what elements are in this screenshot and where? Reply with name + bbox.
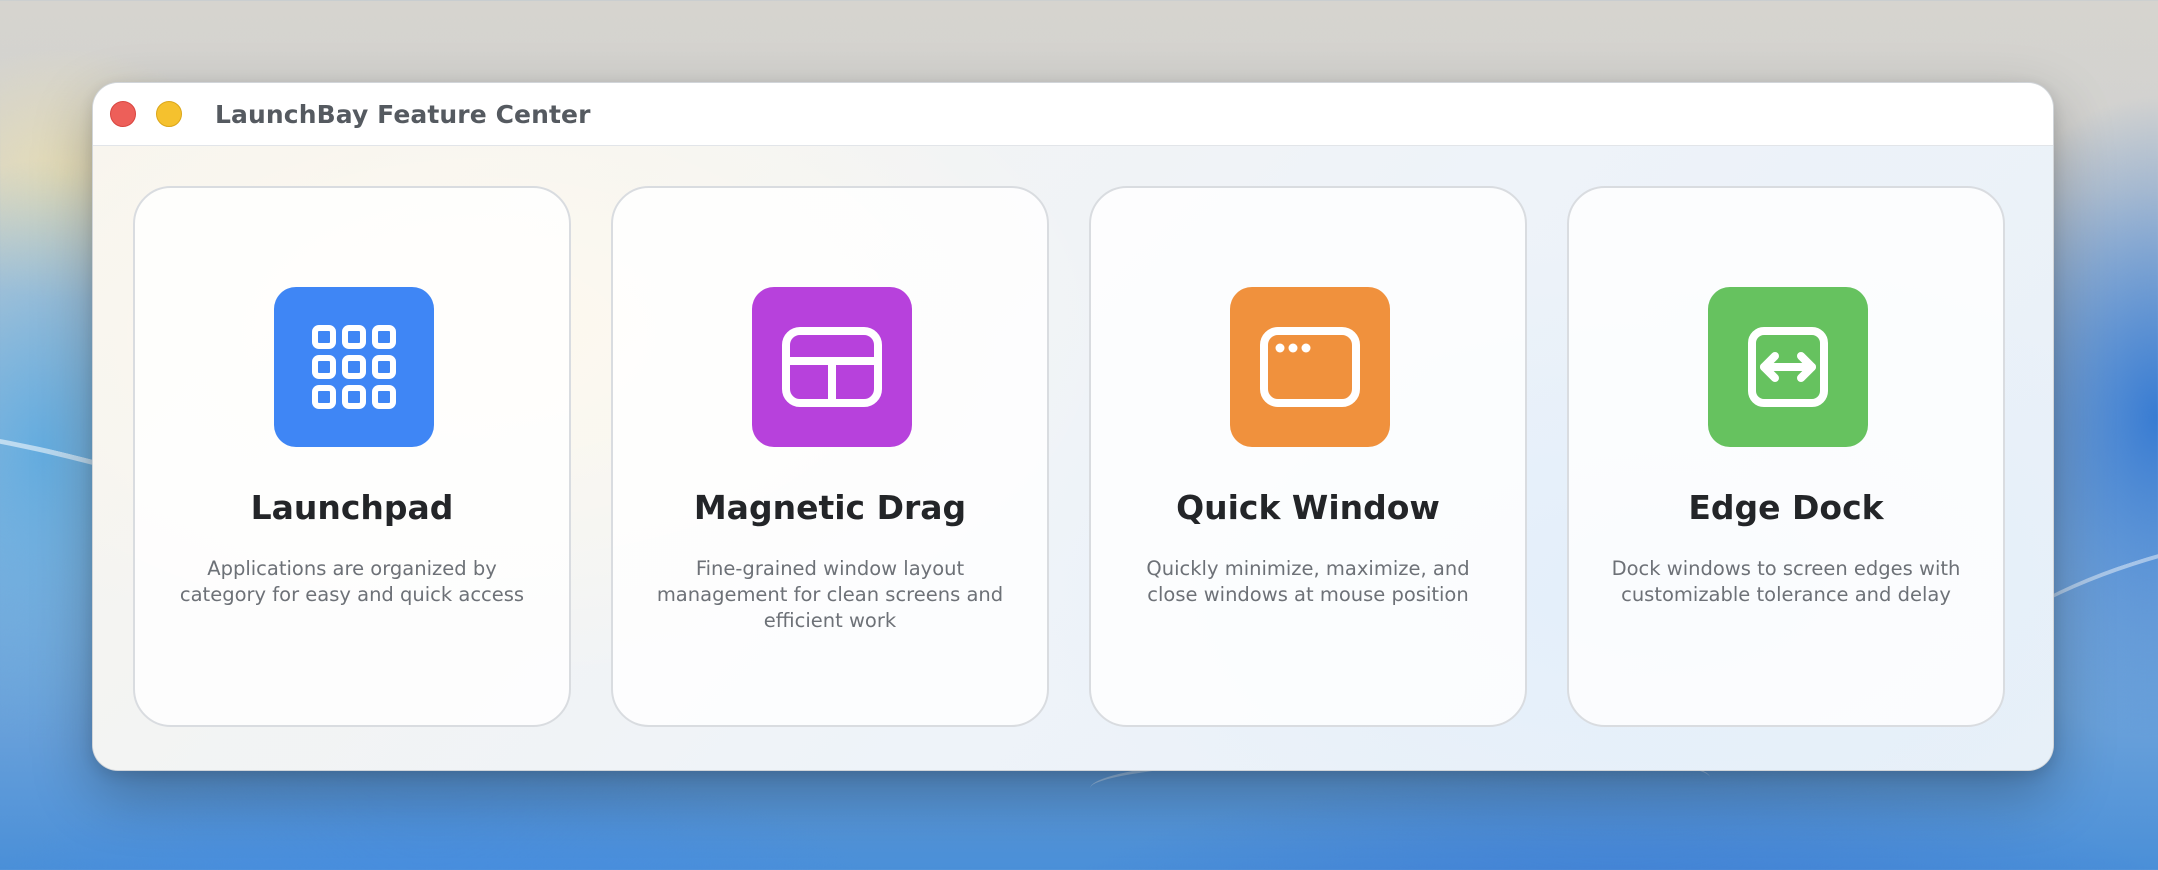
window-layout-icon	[752, 287, 912, 447]
edge-arrows-icon	[1708, 287, 1868, 447]
window-title: LaunchBay Feature Center	[215, 100, 591, 129]
feature-center-window: LaunchBay Feature Center Launchpad Appli…	[92, 82, 2054, 771]
feature-content: Launchpad Applications are organized by …	[93, 146, 2053, 770]
feature-card-magnetic-drag[interactable]: Magnetic Drag Fine-grained window layout…	[611, 186, 1049, 727]
feature-description: Fine-grained window layout management fo…	[656, 557, 1004, 632]
feature-title: Quick Window	[1176, 488, 1440, 527]
feature-description: Quickly minimize, maximize, and close wi…	[1146, 557, 1470, 606]
feature-card-edge-dock[interactable]: Edge Dock Dock windows to screen edges w…	[1567, 186, 2005, 727]
feature-card-list: Launchpad Applications are organized by …	[133, 186, 2005, 727]
feature-description: Applications are organized by category f…	[179, 557, 525, 606]
feature-title: Edge Dock	[1688, 488, 1884, 527]
feature-card-quick-window[interactable]: Quick Window Quickly minimize, maximize,…	[1089, 186, 1527, 727]
title-bar[interactable]: LaunchBay Feature Center	[93, 83, 2053, 146]
feature-card-launchpad[interactable]: Launchpad Applications are organized by …	[133, 186, 571, 727]
feature-description: Dock windows to screen edges with custom…	[1611, 557, 1961, 606]
app-grid-icon	[274, 287, 434, 447]
app-window-icon	[1230, 287, 1390, 447]
minimize-window-button[interactable]	[156, 101, 182, 127]
close-window-button[interactable]	[110, 101, 136, 127]
feature-title: Launchpad	[250, 488, 454, 527]
feature-title: Magnetic Drag	[693, 488, 967, 527]
